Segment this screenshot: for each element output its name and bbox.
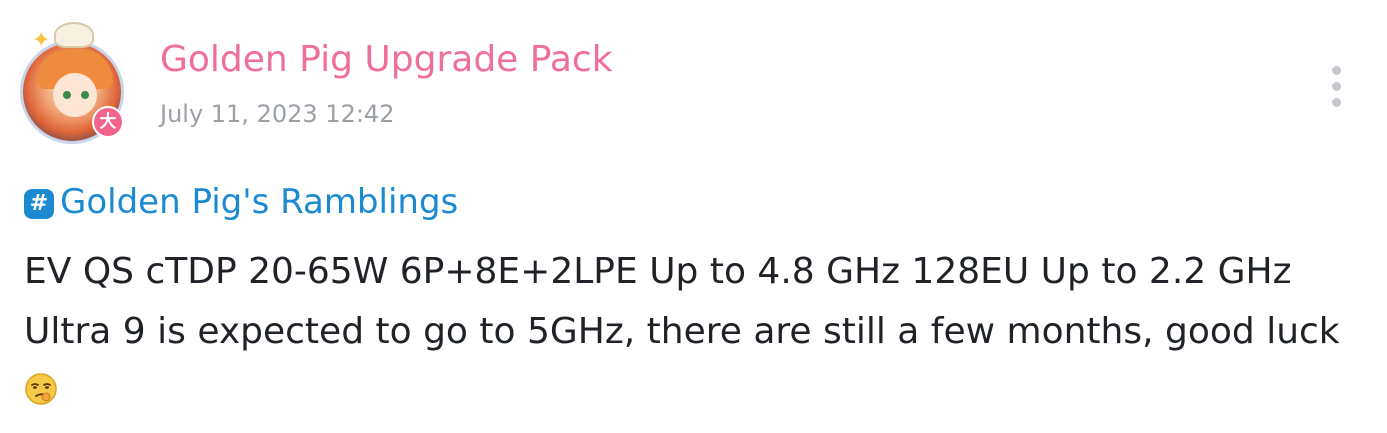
- sparkle-icon: ✦: [32, 28, 51, 53]
- more-vertical-icon: [1332, 82, 1341, 91]
- more-vertical-icon: [1332, 98, 1341, 107]
- avatar-crown-decoration: [54, 22, 94, 48]
- author-name[interactable]: Golden Pig Upgrade Pack: [160, 38, 613, 81]
- smirking-face-emoji-icon: [25, 373, 57, 405]
- more-options-button[interactable]: [1320, 62, 1352, 110]
- post-content-line: EV QS cTDP 20-65W 6P+8E+2LPE Up to 4.8 G…: [24, 251, 1292, 292]
- post-content-line: Ultra 9 is expected to go to 5GHz, there…: [24, 311, 1340, 352]
- avatar[interactable]: ✦ 大: [12, 22, 144, 144]
- verified-badge-icon: 大: [92, 106, 124, 138]
- avatar-eye: [81, 91, 89, 99]
- post-timestamp: July 11, 2023 12:42: [160, 100, 395, 128]
- avatar-eye: [63, 91, 71, 99]
- topic-label: Golden Pig's Ramblings: [60, 182, 459, 222]
- avatar-face: [53, 73, 97, 117]
- topic-link[interactable]: # Golden Pig's Ramblings: [24, 182, 458, 223]
- hash-icon: #: [24, 189, 54, 219]
- more-vertical-icon: [1332, 66, 1341, 75]
